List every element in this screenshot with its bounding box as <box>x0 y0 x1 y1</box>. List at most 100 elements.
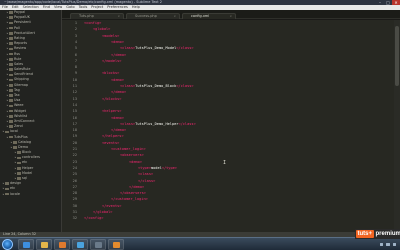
code-line: </blocks> <box>102 97 121 101</box>
close-tab-icon[interactable]: × <box>173 14 176 19</box>
xml-tag: <demo> <box>129 159 142 164</box>
system-tray <box>379 239 396 250</box>
xml-tag: <type> <box>138 165 151 170</box>
line-number: 22 <box>72 153 77 158</box>
line-number: 9 <box>74 71 77 76</box>
xml-tag: <class> <box>120 46 136 51</box>
line-number: 14 <box>72 102 77 107</box>
xml-tag: <demo> <box>111 115 124 120</box>
close-tab-icon[interactable]: × <box>229 14 232 19</box>
folder-icon <box>17 177 21 180</box>
line-number: 10 <box>72 77 77 82</box>
code-line: </config> <box>84 216 103 220</box>
folder-icon <box>5 187 9 191</box>
xml-tag: <class> <box>120 121 136 126</box>
tab-tuts-php[interactable]: Tuts.php × <box>70 13 124 19</box>
line-number: 27 <box>72 184 77 189</box>
folder-icon <box>9 37 13 40</box>
close-tab-icon[interactable]: × <box>117 14 120 19</box>
explorer-icon <box>41 242 48 248</box>
line-number: 25 <box>72 172 77 177</box>
folder-icon <box>9 52 13 56</box>
code-line: </helpers> <box>102 134 124 138</box>
folder-icon <box>9 109 13 113</box>
status-text: Line 24, Column 32 <box>3 232 36 236</box>
taskbar-app[interactable] <box>108 239 124 250</box>
tray-icon[interactable] <box>392 242 396 247</box>
line-number: 17 <box>72 121 77 126</box>
start-button[interactable] <box>2 239 13 250</box>
tutsplus-premium-logo: tuts+ premium <box>355 229 400 239</box>
line-number: 26 <box>72 178 77 183</box>
xml-tag: <blocks> <box>102 71 120 76</box>
tray-icon[interactable] <box>379 242 383 247</box>
line-number: 23 <box>72 159 77 164</box>
code-line: <demo> <box>111 78 124 82</box>
folder-icon <box>9 16 13 20</box>
xml-tag: </models> <box>102 58 122 63</box>
code-line: </demo> <box>129 185 144 189</box>
xml-tag: <helpers> <box>102 109 122 114</box>
code-line: <demo> <box>111 40 124 44</box>
tab-label: config.xml <box>191 14 210 18</box>
code-line: </customer_login> <box>111 197 148 201</box>
media-player-icon <box>59 242 66 248</box>
xml-tag: </demo> <box>111 52 127 57</box>
xml-tag: </class> <box>176 46 194 51</box>
folder-icon <box>9 99 13 103</box>
code-line: <class>TutsPlus_Demo_Helper</class> <box>120 122 196 126</box>
xml-tag: </class> <box>138 178 156 183</box>
sidebar-file-tree[interactable]: ▸ Paypal ▸ PaypalUK ▸ Persistent ▸ Poll ▸ Product… <box>0 10 62 232</box>
folder-icon <box>17 172 21 175</box>
xml-text: TutsPlus_Demo_Model <box>135 46 177 51</box>
folder-icon <box>9 104 13 108</box>
folder-icon <box>17 166 21 170</box>
code-line: <models> <box>102 34 119 38</box>
editor-scrollbar[interactable] <box>394 20 400 232</box>
xml-tag: <observers> <box>120 153 144 158</box>
code-line: <class> <box>138 172 153 176</box>
xml-tag: <customer_login> <box>111 147 146 151</box>
scrollbar-thumb[interactable] <box>395 26 399 86</box>
sublime-icon <box>113 242 120 248</box>
line-number: 11 <box>72 84 77 88</box>
line-number: 8 <box>74 65 77 70</box>
code-line: <observers> <box>120 153 144 157</box>
line-number: 13 <box>72 96 77 101</box>
tree-item[interactable]: ▸ locale <box>0 192 61 197</box>
line-number: 18 <box>72 128 77 133</box>
browser-icon <box>77 242 84 248</box>
xml-tag: </events> <box>102 203 122 208</box>
code-line: <helpers> <box>102 109 121 113</box>
code-line: <demo> <box>129 160 142 164</box>
folder-icon <box>17 156 21 160</box>
taskbar-app[interactable] <box>36 239 52 250</box>
taskbar-app[interactable] <box>54 239 70 250</box>
line-number: 4 <box>74 39 77 44</box>
xml-tag: </customer_login> <box>111 197 148 202</box>
xml-tag: </demo> <box>111 128 127 133</box>
taskbar-app[interactable] <box>90 239 106 250</box>
xml-tag: </blocks> <box>102 96 122 101</box>
tab-success-php[interactable]: Success.php × <box>126 13 180 19</box>
code-line: <class>TutsPlus_Demo_Block</class> <box>120 84 194 88</box>
taskbar <box>0 237 400 250</box>
line-number: 3 <box>74 33 77 38</box>
folder-icon <box>9 63 13 66</box>
xml-tag: <config> <box>84 21 102 25</box>
xml-tag: <demo> <box>111 39 124 44</box>
xml-tag: </observers> <box>120 191 146 196</box>
line-number: 16 <box>72 115 77 120</box>
line-number: 21 <box>72 147 77 151</box>
taskbar-app[interactable] <box>18 239 34 250</box>
code-editor[interactable]: I <config> <global> <models> <demo> <class>T… <box>80 20 394 232</box>
tray-icon[interactable] <box>386 242 390 247</box>
tab-label: Success.php <box>135 14 157 18</box>
code-line: <global> <box>93 27 110 31</box>
code-line: </observers> <box>120 191 146 195</box>
taskbar-app[interactable] <box>72 239 88 250</box>
folder-icon <box>17 161 21 165</box>
code-line: </models> <box>102 59 121 63</box>
line-number: 32 <box>72 216 77 221</box>
tab-config-xml[interactable]: config.xml × <box>182 13 236 19</box>
